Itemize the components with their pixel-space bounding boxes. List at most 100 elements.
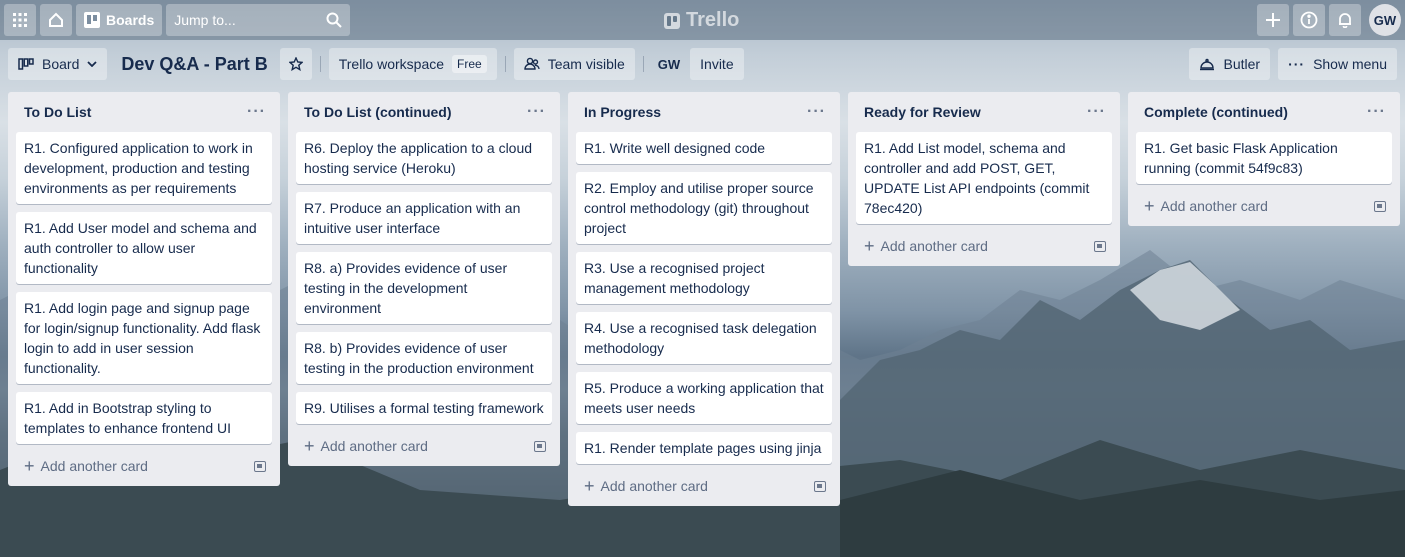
add-card-button[interactable]: + Add another card — [584, 476, 708, 496]
list-menu-icon[interactable]: ··· — [527, 103, 546, 121]
user-avatar[interactable]: GW — [1369, 4, 1401, 36]
list-header: Ready for Review ··· — [856, 92, 1112, 132]
list-title[interactable]: To Do List (continued) — [304, 104, 452, 120]
list-title[interactable]: Complete (continued) — [1144, 104, 1288, 120]
create-button[interactable] — [1257, 4, 1289, 36]
list-title[interactable]: Ready for Review — [864, 104, 981, 120]
plus-icon: + — [24, 456, 35, 476]
add-card-button[interactable]: + Add another card — [24, 456, 148, 476]
board-view-switcher[interactable]: Board — [8, 48, 108, 80]
apps-grid-icon — [13, 13, 27, 27]
star-icon — [288, 57, 303, 71]
show-menu-button[interactable]: ··· Show menu — [1278, 48, 1397, 80]
boards-label: Boards — [106, 12, 155, 28]
card-template-icon[interactable] — [1094, 240, 1106, 252]
boards-icon — [84, 12, 100, 28]
card-template-icon[interactable] — [534, 440, 546, 452]
list-title[interactable]: In Progress — [584, 104, 661, 120]
visibility-label: Team visible — [547, 56, 625, 72]
card-template-icon[interactable] — [254, 460, 266, 472]
card[interactable]: R8. a) Provides evidence of user testing… — [296, 252, 552, 324]
workspace-button[interactable]: Trello workspace Free — [328, 48, 497, 80]
board-view-icon — [18, 58, 34, 70]
card[interactable]: R1. Add User model and schema and auth c… — [16, 212, 272, 284]
list: In Progress ··· R1. Write well designed co… — [568, 92, 840, 506]
plus-icon: + — [1144, 196, 1155, 216]
card[interactable]: R1. Get basic Flask Application running … — [1136, 132, 1392, 184]
logo-text: Trello — [686, 9, 740, 31]
add-card-row: + Add another card — [296, 432, 552, 460]
add-card-label: Add another card — [40, 458, 148, 474]
list-header: In Progress ··· — [576, 92, 832, 132]
card[interactable]: R1. Render template pages using jinja — [576, 432, 832, 464]
board-member-initials: GW — [657, 56, 681, 72]
card[interactable]: R8. b) Provides evidence of user testing… — [296, 332, 552, 384]
card[interactable]: R9. Utilises a formal testing framework — [296, 392, 552, 424]
invite-button[interactable]: Invite — [690, 48, 744, 80]
butler-icon — [1200, 58, 1215, 71]
list: Complete (continued) ··· R1. Get basic Fla… — [1128, 92, 1400, 226]
notifications-button[interactable] — [1329, 4, 1361, 36]
card[interactable]: R1. Add List model, schema and controlle… — [856, 132, 1112, 224]
card-template-icon[interactable] — [814, 480, 826, 492]
add-card-label: Add another card — [1160, 198, 1268, 214]
trello-logo[interactable]: Trello — [664, 9, 739, 32]
list-menu-icon[interactable]: ··· — [1367, 103, 1386, 121]
list-menu-icon[interactable]: ··· — [807, 103, 826, 121]
add-card-label: Add another card — [880, 238, 988, 254]
add-card-button[interactable]: + Add another card — [1144, 196, 1268, 216]
info-icon — [1300, 11, 1318, 29]
card[interactable]: R6. Deploy the application to a cloud ho… — [296, 132, 552, 184]
list-header: To Do List (continued) ··· — [296, 92, 552, 132]
add-card-row: + Add another card — [576, 472, 832, 500]
home-button[interactable] — [40, 4, 72, 36]
butler-label: Butler — [1223, 56, 1261, 72]
board-title[interactable]: Dev Q&A - Part B — [115, 54, 279, 75]
add-card-label: Add another card — [320, 438, 428, 454]
card[interactable]: R1. Write well designed code — [576, 132, 832, 164]
card-template-icon[interactable] — [1374, 200, 1386, 212]
card[interactable]: R2. Employ and utilise proper source con… — [576, 172, 832, 244]
workspace-label: Trello workspace — [338, 56, 445, 72]
add-card-button[interactable]: + Add another card — [304, 436, 428, 456]
boards-button[interactable]: Boards — [76, 4, 163, 36]
plus-icon: + — [584, 476, 595, 496]
card[interactable]: R4. Use a recognised task delegation met… — [576, 312, 832, 364]
board-view-label: Board — [42, 56, 80, 72]
plus-icon: + — [864, 236, 875, 256]
list-header: To Do List ··· — [16, 92, 272, 132]
card[interactable]: R3. Use a recognised project management … — [576, 252, 832, 304]
home-icon — [49, 12, 63, 27]
list: To Do List (continued) ··· R6. Deploy the … — [288, 92, 560, 466]
card[interactable]: R1. Add in Bootstrap styling to template… — [16, 392, 272, 444]
invite-label: Invite — [700, 56, 734, 72]
list-title[interactable]: To Do List — [24, 104, 91, 120]
add-card-label: Add another card — [600, 478, 708, 494]
card[interactable]: R7. Produce an application with an intui… — [296, 192, 552, 244]
plus-icon: + — [304, 436, 315, 456]
apps-button[interactable] — [4, 4, 36, 36]
visibility-button[interactable]: Team visible — [513, 48, 635, 80]
card[interactable]: R1. Add login page and signup page for l… — [16, 292, 272, 384]
top-navigation-bar: Boards Jump to... Trello GW — [0, 0, 1405, 40]
list-menu-icon[interactable]: ··· — [247, 103, 266, 121]
add-card-row: + Add another card — [16, 452, 272, 480]
search-placeholder: Jump to... — [174, 12, 236, 28]
plus-icon — [1266, 13, 1280, 27]
menu-dots-icon: ··· — [1288, 56, 1306, 72]
search-icon — [326, 12, 342, 28]
card[interactable]: R1. Configured application to work in de… — [16, 132, 272, 204]
board-header: Board Dev Q&A - Part B Trello workspace … — [0, 40, 1405, 88]
butler-button[interactable]: Butler — [1189, 48, 1271, 80]
bell-icon — [1339, 13, 1351, 28]
info-button[interactable] — [1293, 4, 1325, 36]
star-board-button[interactable] — [279, 48, 312, 80]
list: Ready for Review ··· R1. Add List model, s… — [848, 92, 1120, 266]
separator — [642, 56, 644, 72]
board-member-avatar[interactable]: GW — [652, 57, 690, 72]
search-input[interactable]: Jump to... — [166, 4, 351, 36]
card[interactable]: R5. Produce a working application that m… — [576, 372, 832, 424]
add-card-button[interactable]: + Add another card — [864, 236, 988, 256]
list-menu-icon[interactable]: ··· — [1087, 103, 1106, 121]
show-menu-label: Show menu — [1313, 56, 1387, 72]
